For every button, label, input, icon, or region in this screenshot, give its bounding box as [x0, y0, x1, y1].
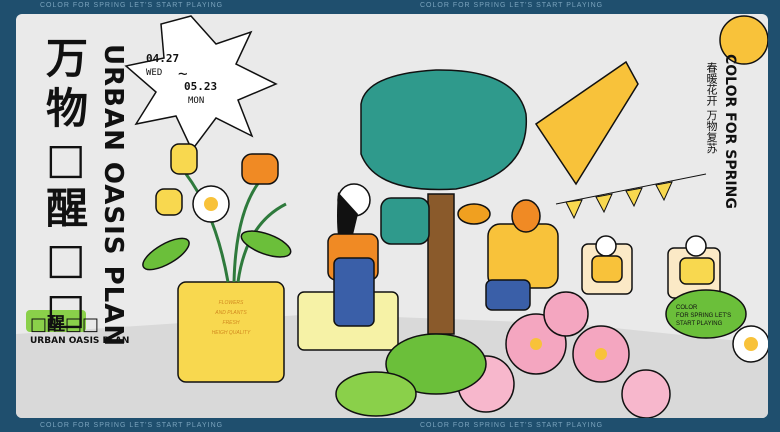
edge-text-top: COLOR FOR SPRING LET'S START PLAYING: [40, 2, 224, 9]
right-vertical-english: COLOR FOR SPRING: [722, 54, 738, 209]
vase-line-3: FRESH: [222, 320, 240, 326]
date-start-day: WED: [146, 68, 163, 78]
vase-line-4: HEIGH QUALITY: [211, 330, 251, 336]
flower-yellow: [170, 143, 198, 175]
small-logo-cn: □醒□□: [30, 314, 100, 335]
title-char-2: 物: [46, 84, 89, 133]
note-line-3: START PLAYING: [676, 321, 723, 327]
title-char-3: □: [46, 134, 86, 183]
note-line-1: COLOR: [676, 305, 698, 311]
right-vertical-chinese: 春暖花开 万物复苏: [705, 62, 718, 154]
edge-text-bottom: COLOR FOR SPRING LET'S START PLAYING: [40, 422, 224, 429]
vase-text: FLOWERS AND PLANTS FRESH HEIGH QUALITY: [178, 298, 284, 338]
title-char-5: □: [46, 234, 86, 283]
bird: [457, 203, 491, 225]
title-char-4: 醒: [46, 184, 89, 233]
edge-text-top-right: COLOR FOR SPRING LET'S START PLAYING: [420, 2, 604, 9]
date-end: 05.23: [184, 80, 218, 93]
small-logo: □醒□□ URBAN OASIS PLAN: [30, 310, 129, 346]
vase-line-1: FLOWERS: [218, 300, 244, 306]
title-char-1: 万: [46, 34, 89, 83]
boy-head: [511, 199, 541, 233]
small-logo-en: URBAN OASIS PLAN: [30, 336, 130, 346]
poster-panel: 万 物 □ 醒 □ □ URBAN OASIS PLAN 04.27 WED ~…: [16, 14, 768, 418]
chinese-title: 万 物 □ 醒 □ □: [46, 34, 88, 334]
boy-shorts: [485, 279, 531, 311]
tree-canopy: [360, 69, 528, 191]
flower-yellow-2: [155, 188, 183, 216]
vertical-english-title: URBAN OASIS PLAN: [98, 44, 128, 348]
vase-line-2: AND PLANTS: [215, 310, 247, 316]
date-end-day: MON: [188, 96, 205, 106]
small-bush: [380, 197, 430, 245]
girl-overalls: [333, 257, 375, 327]
kite: [534, 60, 639, 186]
tree-trunk: [427, 193, 455, 335]
flower-orange: [241, 153, 279, 185]
edge-text-bottom-right: COLOR FOR SPRING LET'S START PLAYING: [420, 422, 604, 429]
date-start: 04.27: [146, 52, 180, 65]
boy-shirt: [487, 223, 559, 289]
color-spring-note: COLOR FOR SPRING LET'S START PLAYING: [676, 304, 731, 328]
note-line-2: FOR SPRING LET'S: [676, 313, 732, 319]
illustration: [16, 15, 768, 418]
